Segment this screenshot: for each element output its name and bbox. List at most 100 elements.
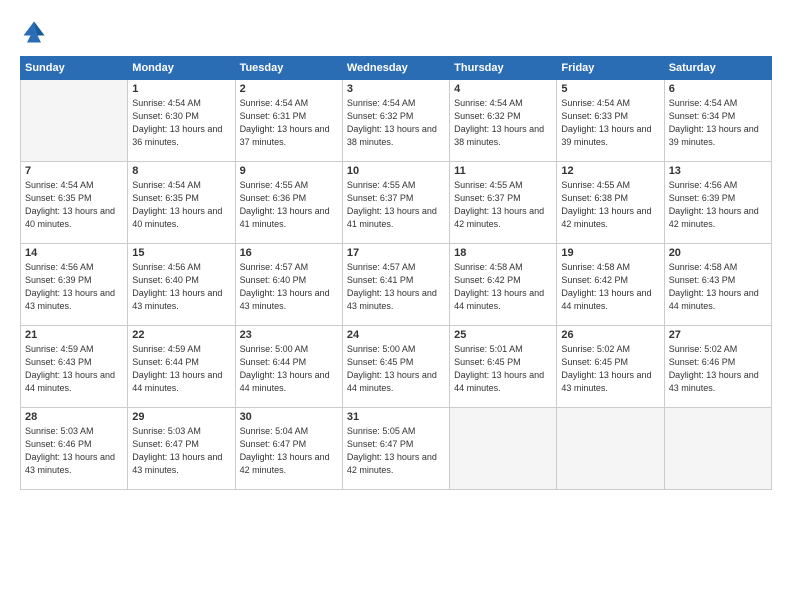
calendar-cell: 8 Sunrise: 4:54 AMSunset: 6:35 PMDaylight…: [128, 162, 235, 244]
cell-details: Sunrise: 4:57 AMSunset: 6:41 PMDaylight:…: [347, 261, 445, 313]
calendar-cell: [21, 80, 128, 162]
day-number: 21: [25, 329, 123, 341]
calendar-cell: 3Sunrise: 4:54 AMSunset: 6:32 PMDaylight…: [342, 80, 449, 162]
cell-details: Sunrise: 4:54 AMSunset: 6:35 PMDaylight:…: [25, 179, 123, 231]
cell-details: Sunrise: 4:58 AMSunset: 6:43 PMDaylight:…: [669, 261, 767, 313]
calendar-cell: [664, 408, 771, 490]
cell-details: Sunrise: 4:55 AMSunset: 6:37 PMDaylight:…: [454, 179, 552, 231]
calendar-cell: 27 Sunrise: 5:02 AMSunset: 6:46 PMDayligh…: [664, 326, 771, 408]
calendar-cell: 23 Sunrise: 5:00 AMSunset: 6:44 PMDayligh…: [235, 326, 342, 408]
cell-details: Sunrise: 5:00 AMSunset: 6:44 PMDaylight:…: [240, 343, 338, 395]
calendar-cell: 22 Sunrise: 4:59 AMSunset: 6:44 PMDayligh…: [128, 326, 235, 408]
calendar-cell: 2Sunrise: 4:54 AMSunset: 6:31 PMDaylight…: [235, 80, 342, 162]
calendar-cell: [450, 408, 557, 490]
day-number: 15: [132, 247, 230, 259]
cell-details: Sunrise: 5:05 AMSunset: 6:47 PMDaylight:…: [347, 425, 445, 477]
calendar-cell: [557, 408, 664, 490]
cell-details: Sunrise: 4:58 AMSunset: 6:42 PMDaylight:…: [454, 261, 552, 313]
calendar-cell: 10 Sunrise: 4:55 AMSunset: 6:37 PMDayligh…: [342, 162, 449, 244]
cell-details: Sunrise: 4:56 AMSunset: 6:39 PMDaylight:…: [669, 179, 767, 231]
calendar-cell: 5Sunrise: 4:54 AMSunset: 6:33 PMDaylight…: [557, 80, 664, 162]
weekday-header-thursday: Thursday: [450, 57, 557, 80]
day-number: 3: [347, 83, 445, 95]
day-number: 17: [347, 247, 445, 259]
week-row-0: 1 Sunrise: 4:54 AMSunset: 6:30 PMDaylight…: [21, 80, 772, 162]
weekday-header-saturday: Saturday: [664, 57, 771, 80]
calendar-cell: 24Sunrise: 5:00 AMSunset: 6:45 PMDayligh…: [342, 326, 449, 408]
cell-details: Sunrise: 4:54 AMSunset: 6:33 PMDaylight:…: [561, 97, 659, 149]
day-number: 23: [240, 329, 338, 341]
cell-details: Sunrise: 4:55 AMSunset: 6:38 PMDaylight:…: [561, 179, 659, 231]
header: [20, 18, 772, 46]
cell-details: Sunrise: 5:01 AMSunset: 6:45 PMDaylight:…: [454, 343, 552, 395]
calendar-cell: 19 Sunrise: 4:58 AMSunset: 6:42 PMDayligh…: [557, 244, 664, 326]
cell-details: Sunrise: 5:02 AMSunset: 6:46 PMDaylight:…: [669, 343, 767, 395]
day-number: 13: [669, 165, 767, 177]
cell-details: Sunrise: 4:54 AMSunset: 6:31 PMDaylight:…: [240, 97, 338, 149]
logo-icon: [20, 18, 48, 46]
day-number: 24: [347, 329, 445, 341]
cell-details: Sunrise: 4:55 AMSunset: 6:36 PMDaylight:…: [240, 179, 338, 231]
week-row-1: 7 Sunrise: 4:54 AMSunset: 6:35 PMDaylight…: [21, 162, 772, 244]
day-number: 26: [561, 329, 659, 341]
calendar-cell: 12 Sunrise: 4:55 AMSunset: 6:38 PMDayligh…: [557, 162, 664, 244]
calendar-cell: 28 Sunrise: 5:03 AMSunset: 6:46 PMDayligh…: [21, 408, 128, 490]
cell-details: Sunrise: 5:02 AMSunset: 6:45 PMDaylight:…: [561, 343, 659, 395]
day-number: 29: [132, 411, 230, 423]
calendar-table: SundayMondayTuesdayWednesdayThursdayFrid…: [20, 56, 772, 490]
cell-details: Sunrise: 4:56 AMSunset: 6:39 PMDaylight:…: [25, 261, 123, 313]
cell-details: Sunrise: 4:59 AMSunset: 6:44 PMDaylight:…: [132, 343, 230, 395]
calendar-cell: 4 Sunrise: 4:54 AMSunset: 6:32 PMDaylight…: [450, 80, 557, 162]
cell-details: Sunrise: 4:54 AMSunset: 6:35 PMDaylight:…: [132, 179, 230, 231]
weekday-header-row: SundayMondayTuesdayWednesdayThursdayFrid…: [21, 57, 772, 80]
day-number: 14: [25, 247, 123, 259]
calendar-cell: 25 Sunrise: 5:01 AMSunset: 6:45 PMDayligh…: [450, 326, 557, 408]
day-number: 31: [347, 411, 445, 423]
cell-details: Sunrise: 4:58 AMSunset: 6:42 PMDaylight:…: [561, 261, 659, 313]
weekday-header-monday: Monday: [128, 57, 235, 80]
cell-details: Sunrise: 4:57 AMSunset: 6:40 PMDaylight:…: [240, 261, 338, 313]
day-number: 9: [240, 165, 338, 177]
weekday-header-tuesday: Tuesday: [235, 57, 342, 80]
day-number: 12: [561, 165, 659, 177]
calendar-cell: 13 Sunrise: 4:56 AMSunset: 6:39 PMDayligh…: [664, 162, 771, 244]
cell-details: Sunrise: 5:04 AMSunset: 6:47 PMDaylight:…: [240, 425, 338, 477]
cell-details: Sunrise: 4:55 AMSunset: 6:37 PMDaylight:…: [347, 179, 445, 231]
day-number: 18: [454, 247, 552, 259]
calendar-cell: 31 Sunrise: 5:05 AMSunset: 6:47 PMDayligh…: [342, 408, 449, 490]
weekday-header-wednesday: Wednesday: [342, 57, 449, 80]
calendar-cell: 26 Sunrise: 5:02 AMSunset: 6:45 PMDayligh…: [557, 326, 664, 408]
day-number: 30: [240, 411, 338, 423]
day-number: 6: [669, 83, 767, 95]
day-number: 8: [132, 165, 230, 177]
calendar-cell: 21Sunrise: 4:59 AMSunset: 6:43 PMDayligh…: [21, 326, 128, 408]
day-number: 7: [25, 165, 123, 177]
day-number: 22: [132, 329, 230, 341]
day-number: 1: [132, 83, 230, 95]
cell-details: Sunrise: 4:54 AMSunset: 6:30 PMDaylight:…: [132, 97, 230, 149]
calendar-cell: 11 Sunrise: 4:55 AMSunset: 6:37 PMDayligh…: [450, 162, 557, 244]
weekday-header-friday: Friday: [557, 57, 664, 80]
cell-details: Sunrise: 4:54 AMSunset: 6:34 PMDaylight:…: [669, 97, 767, 149]
weekday-header-sunday: Sunday: [21, 57, 128, 80]
day-number: 25: [454, 329, 552, 341]
calendar-cell: 30 Sunrise: 5:04 AMSunset: 6:47 PMDayligh…: [235, 408, 342, 490]
day-number: 20: [669, 247, 767, 259]
day-number: 19: [561, 247, 659, 259]
logo: [20, 18, 52, 46]
calendar-cell: 1 Sunrise: 4:54 AMSunset: 6:30 PMDaylight…: [128, 80, 235, 162]
day-number: 4: [454, 83, 552, 95]
page: SundayMondayTuesdayWednesdayThursdayFrid…: [0, 0, 792, 612]
week-row-4: 28 Sunrise: 5:03 AMSunset: 6:46 PMDayligh…: [21, 408, 772, 490]
day-number: 27: [669, 329, 767, 341]
cell-details: Sunrise: 5:03 AMSunset: 6:46 PMDaylight:…: [25, 425, 123, 477]
day-number: 10: [347, 165, 445, 177]
week-row-3: 21Sunrise: 4:59 AMSunset: 6:43 PMDayligh…: [21, 326, 772, 408]
day-number: 28: [25, 411, 123, 423]
cell-details: Sunrise: 4:56 AMSunset: 6:40 PMDaylight:…: [132, 261, 230, 313]
cell-details: Sunrise: 4:54 AMSunset: 6:32 PMDaylight:…: [454, 97, 552, 149]
calendar-cell: 14 Sunrise: 4:56 AMSunset: 6:39 PMDayligh…: [21, 244, 128, 326]
day-number: 11: [454, 165, 552, 177]
cell-details: Sunrise: 5:03 AMSunset: 6:47 PMDaylight:…: [132, 425, 230, 477]
week-row-2: 14 Sunrise: 4:56 AMSunset: 6:39 PMDayligh…: [21, 244, 772, 326]
